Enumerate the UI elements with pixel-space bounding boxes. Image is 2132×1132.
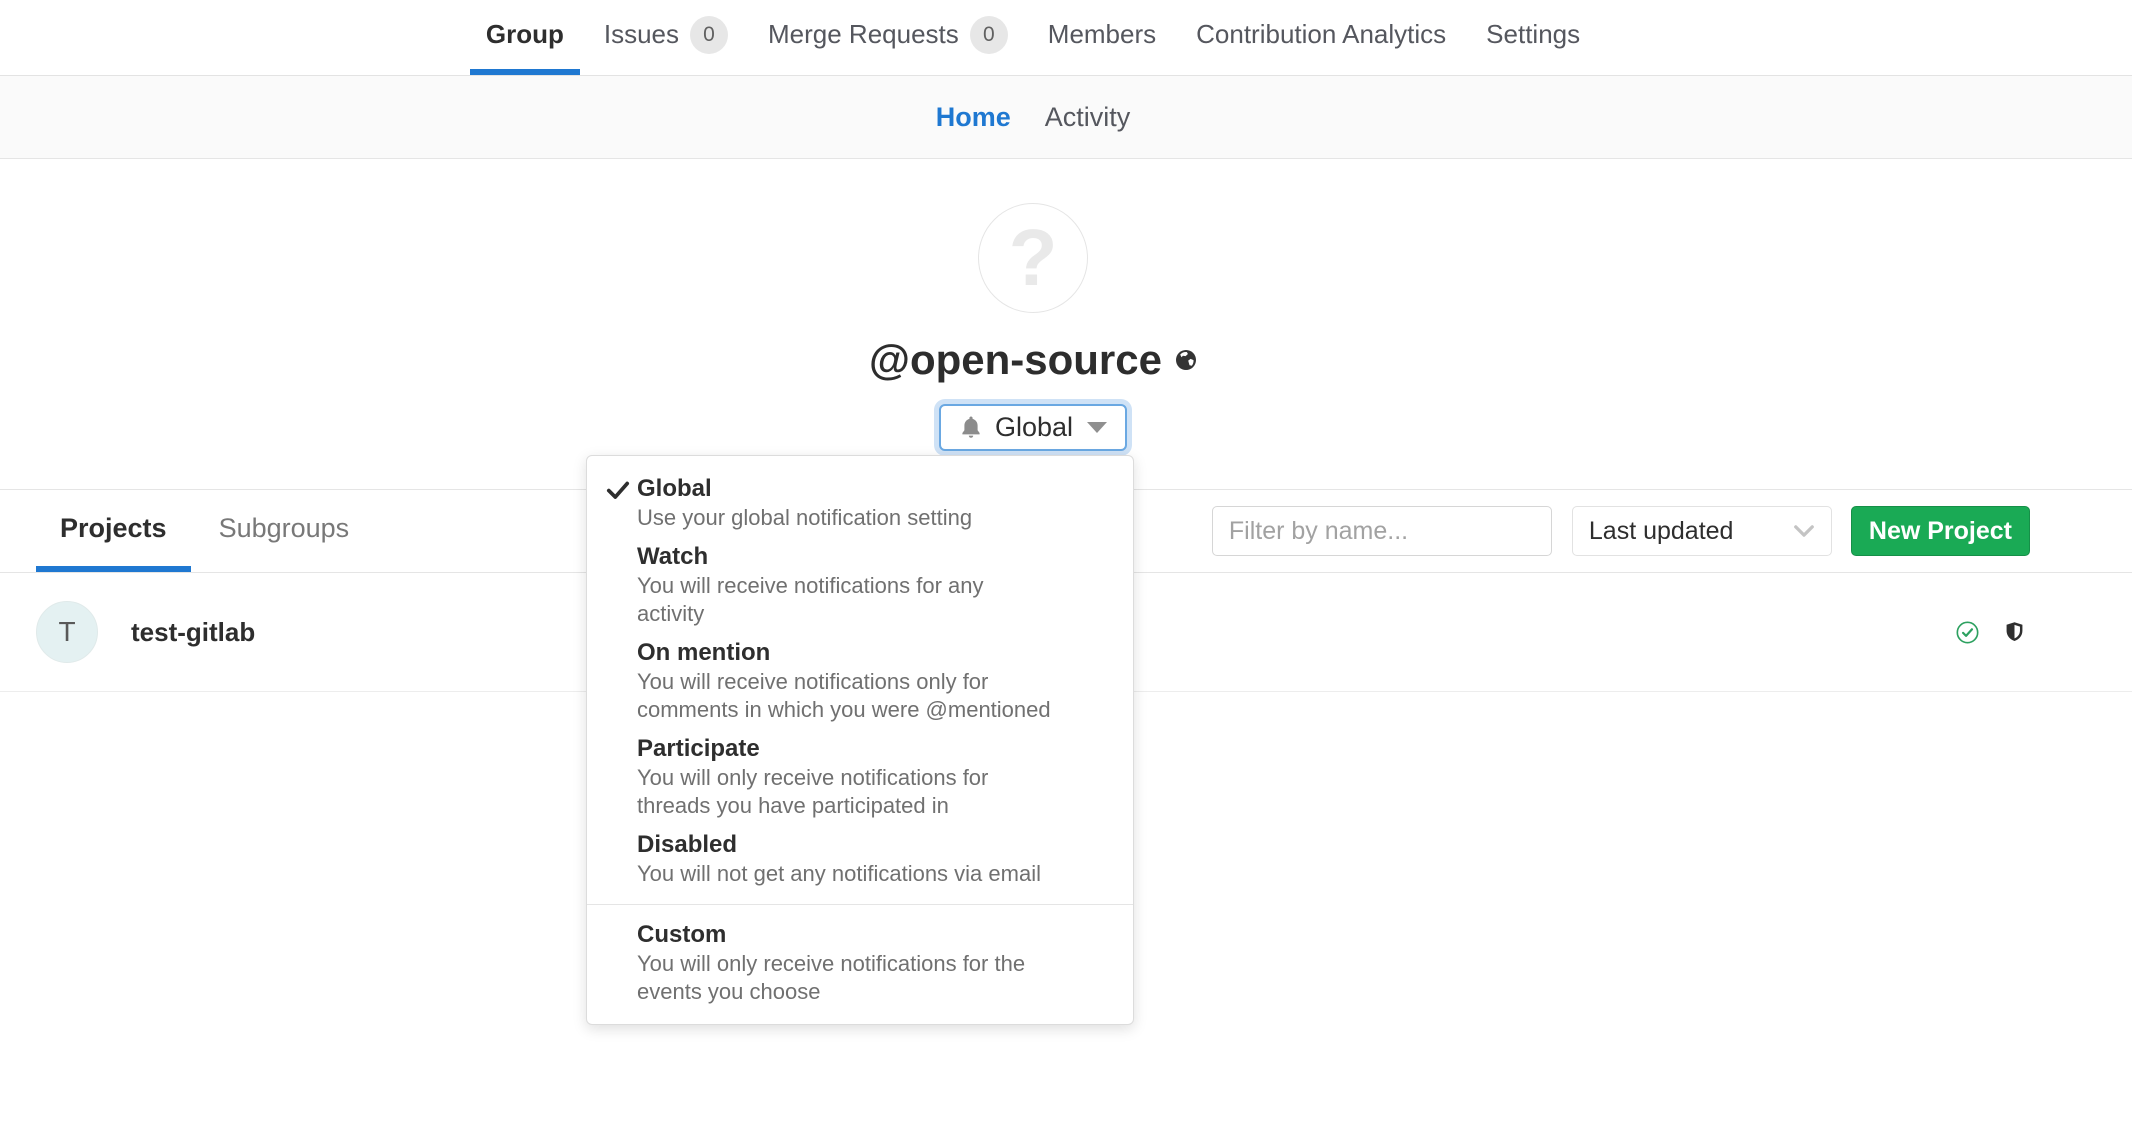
menu-item-title: Participate — [637, 734, 1113, 764]
nav-tab-settings[interactable]: Settings — [1470, 0, 1596, 75]
nav-tab-label: Issues — [604, 19, 679, 50]
filter-by-name-input[interactable] — [1212, 506, 1552, 556]
sort-dropdown-value: Last updated — [1589, 517, 1734, 546]
sort-dropdown[interactable]: Last updated — [1572, 506, 1832, 556]
menu-item-on-mention[interactable]: On mention You will receive notification… — [587, 638, 1133, 724]
notification-button-label: Global — [995, 412, 1073, 443]
nav-tab-label: Merge Requests — [768, 19, 959, 50]
menu-item-title: Custom — [637, 920, 1113, 950]
menu-item-description: You will not get any notifications via e… — [637, 860, 1113, 888]
group-avatar: ? — [978, 203, 1088, 313]
avatar-question-mark: ? — [1009, 218, 1058, 298]
tab-subgroups[interactable]: Subgroups — [195, 490, 374, 572]
menu-item-custom[interactable]: Custom You will only receive notificatio… — [587, 920, 1133, 1006]
menu-item-description: Use your global notification setting — [637, 504, 1113, 532]
check-icon — [605, 477, 631, 508]
subnav-tab-home[interactable]: Home — [919, 102, 1028, 133]
nav-tab-contribution-analytics[interactable]: Contribution Analytics — [1180, 0, 1462, 75]
project-name-link[interactable]: test-gitlab — [131, 617, 255, 648]
issues-count-badge: 0 — [690, 16, 728, 54]
nav-tab-merge-requests[interactable]: Merge Requests 0 — [752, 0, 1024, 75]
sub-nav-bar: Home Activity — [0, 76, 2132, 159]
notification-dropdown-menu: Global Use your global notification sett… — [586, 455, 1134, 1025]
menu-item-title: Watch — [637, 542, 1113, 572]
group-title: @open-source — [869, 335, 1197, 385]
nav-tab-members[interactable]: Members — [1032, 0, 1172, 75]
caret-down-icon — [1087, 422, 1107, 433]
menu-item-description: You will only receive notifications for … — [637, 950, 1113, 1006]
nav-tab-label: Members — [1048, 19, 1156, 50]
public-visibility-globe-icon — [1175, 349, 1197, 371]
permissions-shield-icon[interactable] — [2005, 620, 2024, 645]
group-name: @open-source — [869, 335, 1162, 385]
project-avatar-initial: T — [58, 616, 75, 648]
nav-tab-label: Contribution Analytics — [1196, 19, 1446, 50]
menu-item-title: On mention — [637, 638, 1113, 668]
new-project-button[interactable]: New Project — [1851, 506, 2030, 556]
group-nav-bar: Group Issues 0 Merge Requests 0 Members … — [0, 0, 2132, 76]
group-header-section: ? @open-source Global — [0, 159, 2132, 490]
menu-item-description: You will receive notifications for any a… — [637, 572, 1113, 628]
merge-requests-count-badge: 0 — [970, 16, 1008, 54]
menu-item-participate[interactable]: Participate You will only receive notifi… — [587, 734, 1133, 820]
menu-divider — [587, 904, 1133, 905]
tab-projects[interactable]: Projects — [36, 490, 191, 572]
menu-item-global[interactable]: Global Use your global notification sett… — [587, 474, 1133, 532]
menu-item-description: You will receive notifications only for … — [637, 668, 1113, 724]
nav-tab-label: Group — [486, 19, 564, 50]
bell-icon — [959, 415, 983, 441]
menu-item-description: You will only receive notifications for … — [637, 764, 1113, 820]
menu-item-watch[interactable]: Watch You will receive notifications for… — [587, 542, 1133, 628]
project-avatar: T — [36, 601, 98, 663]
nav-tab-group[interactable]: Group — [470, 0, 580, 75]
nav-tab-label: Settings — [1486, 19, 1580, 50]
menu-item-title: Global — [637, 474, 1113, 504]
menu-item-disabled[interactable]: Disabled You will not get any notificati… — [587, 830, 1133, 888]
pipeline-status-check-icon[interactable] — [1956, 621, 1979, 644]
subnav-tab-activity[interactable]: Activity — [1028, 102, 1148, 133]
notification-setting-button[interactable]: Global — [939, 404, 1127, 451]
chevron-down-icon — [1793, 524, 1815, 538]
menu-item-title: Disabled — [637, 830, 1113, 860]
nav-tab-issues[interactable]: Issues 0 — [588, 0, 744, 75]
